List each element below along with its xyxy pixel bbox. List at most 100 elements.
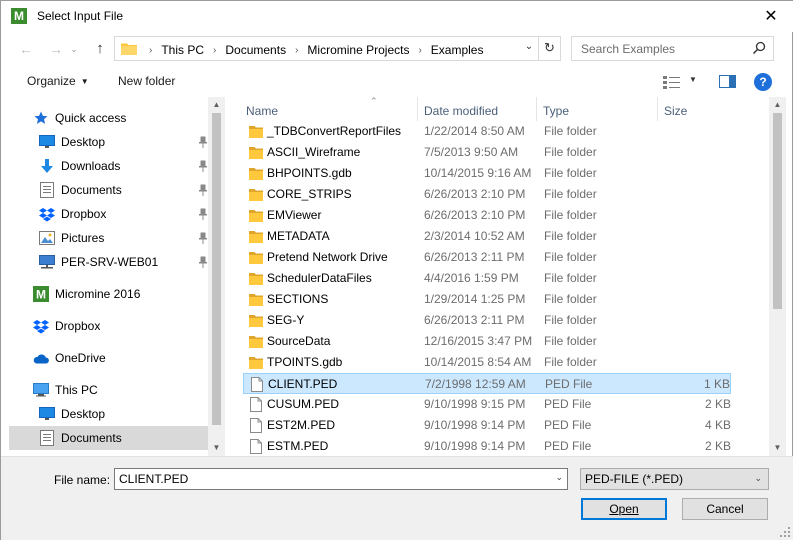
chevron-right-icon[interactable]: ›	[418, 45, 421, 56]
column-header-name[interactable]: ⌃ Name	[246, 97, 416, 121]
column-divider[interactable]	[417, 97, 418, 121]
search-icon[interactable]	[752, 41, 766, 55]
nav-item-dropbox[interactable]: Dropbox	[9, 314, 209, 338]
navigation-scrollbar[interactable]: ▲ ▼	[208, 97, 225, 456]
file-name-input[interactable]	[115, 469, 545, 489]
folder-row[interactable]: SEG-Y 6/26/2013 2:11 PM File folder	[243, 310, 731, 331]
file-name: METADATA	[267, 229, 330, 243]
address-bar[interactable]: › This PC › Documents › Micromine Projec…	[114, 36, 561, 61]
scroll-up-arrow[interactable]: ▲	[769, 97, 786, 113]
window-title: Select Input File	[37, 9, 124, 23]
column-header-type[interactable]: Type	[543, 97, 653, 121]
close-button[interactable]: ✕	[748, 1, 793, 32]
nav-item-onedrive[interactable]: OneDrive	[9, 346, 209, 370]
file-type: File folder	[544, 166, 597, 180]
nav-item-desktop[interactable]: Desktop	[9, 130, 209, 154]
resize-grip-icon[interactable]	[780, 527, 790, 537]
arrow-right-icon: →	[49, 41, 63, 57]
download-icon	[39, 158, 55, 174]
breadcrumb-examples[interactable]: Examples	[431, 43, 484, 57]
nav-item-micromine-2016[interactable]: M Micromine 2016	[9, 282, 209, 306]
nav-item-desktop[interactable]: Desktop	[9, 402, 209, 426]
nav-item-documents[interactable]: Documents	[9, 426, 209, 450]
file-type: File folder	[544, 271, 597, 285]
cancel-button[interactable]: Cancel	[682, 498, 768, 520]
up-button[interactable]: ↑	[89, 39, 111, 59]
file-type-filter[interactable]: PED-FILE (*.PED) ⌄	[580, 468, 769, 490]
chevron-right-icon[interactable]: ›	[295, 45, 298, 56]
view-dropdown-button[interactable]: ▼	[689, 75, 697, 84]
forward-button[interactable]: →	[45, 39, 67, 59]
new-folder-button[interactable]: New folder	[118, 74, 175, 88]
column-divider[interactable]	[536, 97, 537, 121]
file-date-modified: 9/10/1998 9:15 PM	[424, 397, 526, 411]
open-button-label: Open	[609, 502, 639, 516]
file-list-scrollbar[interactable]: ▲ ▼	[769, 97, 786, 456]
nav-item-per-srv-web01[interactable]: PER-SRV-WEB01	[9, 250, 209, 274]
nav-item-quick-access[interactable]: Quick access	[9, 106, 209, 130]
file-row[interactable]: EST2M.PED 9/10/1998 9:14 PM PED File 4 KB	[243, 415, 731, 436]
folder-row[interactable]: TPOINTS.gdb 10/14/2015 8:54 AM File folder	[243, 352, 731, 373]
file-date-modified: 1/22/2014 8:50 AM	[424, 124, 525, 138]
scroll-up-arrow[interactable]: ▲	[208, 97, 225, 113]
folder-row[interactable]: SchedulerDataFiles 4/4/2016 1:59 PM File f…	[243, 268, 731, 289]
file-date-modified: 4/4/2016 1:59 PM	[424, 271, 519, 285]
file-size: 2 KB	[704, 439, 731, 453]
breadcrumb-this-pc[interactable]: This PC	[161, 43, 204, 57]
scroll-down-arrow[interactable]: ▼	[208, 440, 225, 456]
search-box[interactable]	[571, 36, 774, 61]
column-header-size[interactable]: Size	[664, 97, 724, 121]
folder-row[interactable]: CORE_STRIPS 6/26/2013 2:10 PM File folder	[243, 184, 731, 205]
column-header-date[interactable]: Date modified	[424, 97, 534, 121]
file-name: SchedulerDataFiles	[267, 271, 372, 285]
file-type: File folder	[544, 250, 597, 264]
scroll-down-arrow[interactable]: ▼	[769, 440, 786, 456]
folder-row[interactable]: SourceData 12/16/2015 3:47 PM File folder	[243, 331, 731, 352]
search-input[interactable]	[572, 37, 747, 60]
preview-pane-button[interactable]	[719, 75, 736, 88]
organize-button[interactable]: Organize ▼	[27, 74, 89, 88]
scroll-thumb[interactable]	[773, 113, 782, 309]
folder-row[interactable]: SECTIONS 1/29/2014 1:25 PM File folder	[243, 289, 731, 310]
chevron-right-icon[interactable]: ›	[213, 45, 216, 56]
breadcrumb-micromine-projects[interactable]: Micromine Projects	[307, 43, 409, 57]
view-options-icon[interactable]	[662, 74, 682, 90]
scroll-thumb[interactable]	[212, 113, 221, 425]
file-size: 2 KB	[704, 397, 731, 411]
file-name-label: File name:	[54, 473, 111, 487]
help-button[interactable]: ?	[754, 73, 772, 91]
column-divider[interactable]	[657, 97, 658, 121]
file-name: EMViewer	[267, 208, 322, 222]
folder-row[interactable]: _TDBConvertReportFiles 1/22/2014 8:50 AM F…	[243, 121, 731, 142]
refresh-button[interactable]: ↻	[538, 37, 560, 60]
network-drive-icon	[39, 254, 55, 270]
nav-item-dropbox[interactable]: Dropbox	[9, 202, 209, 226]
nav-item-downloads[interactable]: Downloads	[9, 154, 209, 178]
file-name: CUSUM.PED	[267, 397, 340, 411]
address-history-dropdown[interactable]: ⌄	[522, 41, 536, 52]
folder-row[interactable]: EMViewer 6/26/2013 2:10 PM File folder	[243, 205, 731, 226]
breadcrumb-documents[interactable]: Documents	[225, 43, 286, 57]
open-button[interactable]: Open	[581, 498, 667, 520]
file-date-modified: 9/10/1998 9:14 PM	[424, 418, 526, 432]
chevron-down-icon[interactable]: ⌄	[555, 472, 563, 483]
title-bar[interactable]: M Select Input File ✕	[1, 1, 793, 32]
nav-item-label: Desktop	[61, 135, 106, 149]
address-row: ← → ⌄ ↑ › This PC › Documents › Micromin…	[1, 33, 793, 65]
file-name-combobox[interactable]: ⌄	[114, 468, 568, 490]
nav-item-documents[interactable]: Documents	[9, 178, 209, 202]
folder-row[interactable]: BHPOINTS.gdb 10/14/2015 9:16 AM File folde…	[243, 163, 731, 184]
chevron-down-icon: ⌄	[754, 473, 762, 483]
nav-item-pictures[interactable]: Pictures	[9, 226, 209, 250]
folder-row[interactable]: ASCII_Wireframe 7/5/2013 9:50 AM File fold…	[243, 142, 731, 163]
back-button[interactable]: ←	[15, 39, 37, 59]
file-row[interactable]: ESTM.PED 9/10/1998 9:14 PM PED File 2 KB	[243, 436, 731, 456]
file-type: File folder	[544, 334, 597, 348]
folder-row[interactable]: Pretend Network Drive 6/26/2013 2:11 PM Fi…	[243, 247, 731, 268]
file-date-modified: 1/29/2014 1:25 PM	[424, 292, 526, 306]
file-row[interactable]: CLIENT.PED 7/2/1998 12:59 AM PED File 1 KB	[243, 373, 731, 394]
recent-locations-button[interactable]: ⌄	[67, 39, 81, 59]
nav-item-this-pc[interactable]: This PC	[9, 378, 209, 402]
folder-row[interactable]: METADATA 2/3/2014 10:52 AM File folder	[243, 226, 731, 247]
file-row[interactable]: CUSUM.PED 9/10/1998 9:15 PM PED File 2 KB	[243, 394, 731, 415]
